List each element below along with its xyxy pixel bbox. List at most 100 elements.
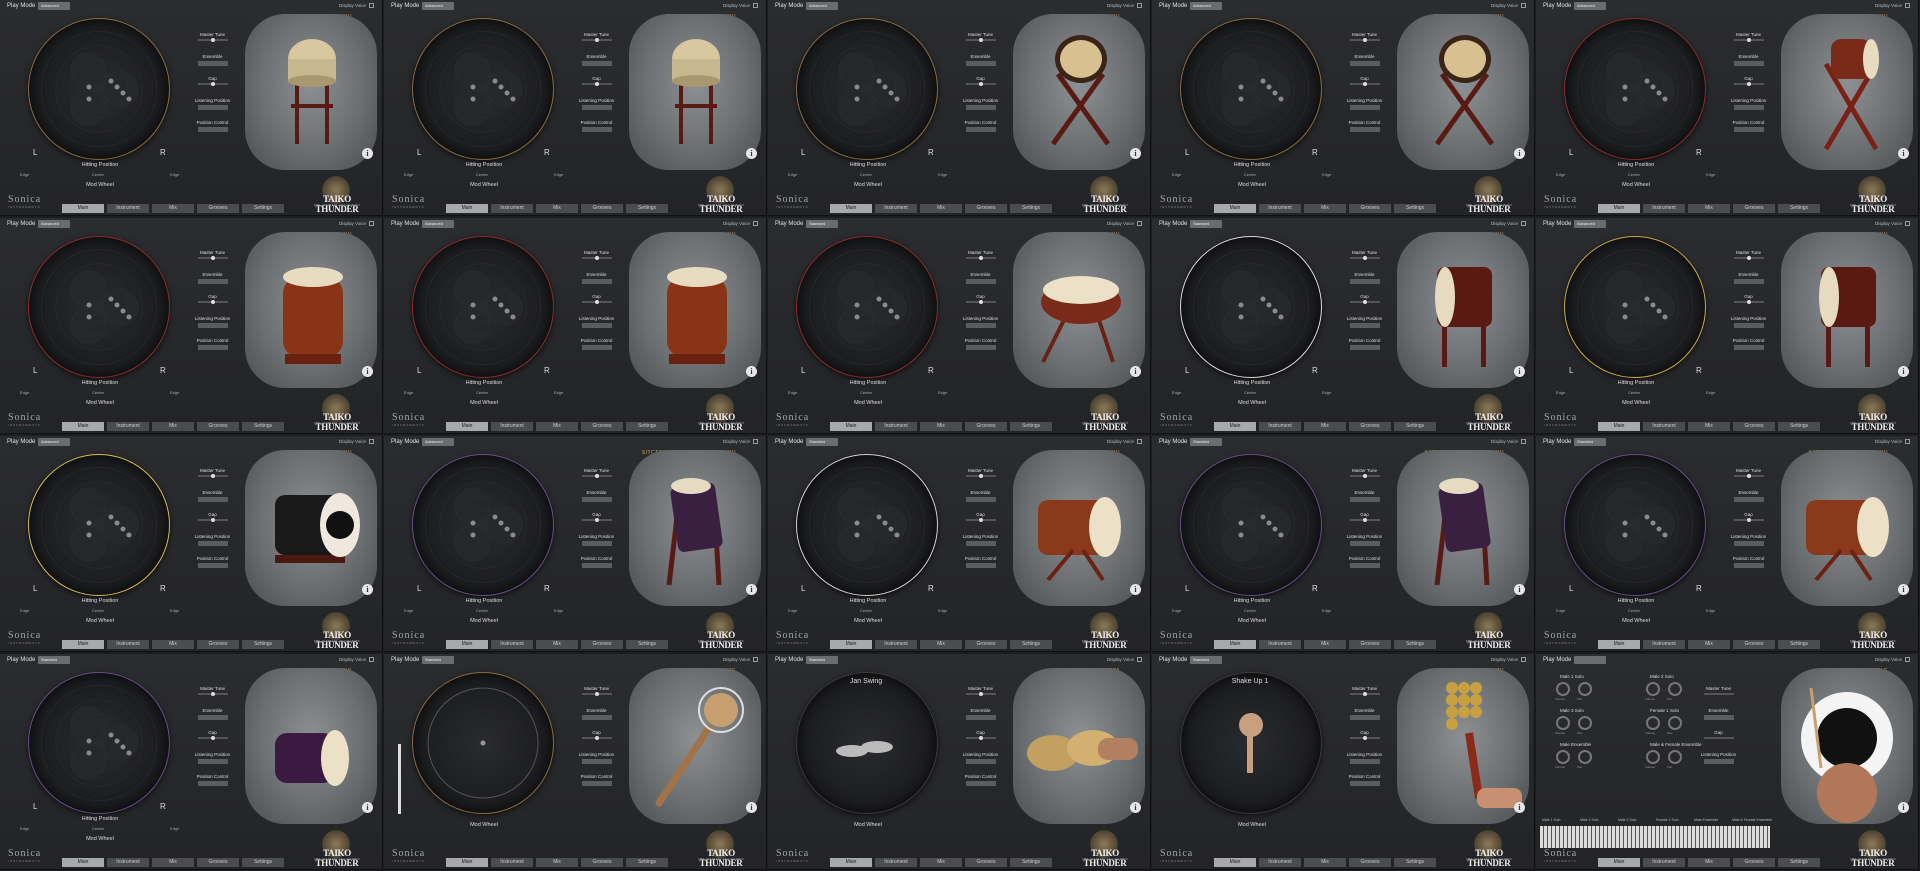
master-tune-slider-thumb[interactable] — [594, 692, 599, 696]
gap-slider-thumb[interactable] — [1746, 518, 1751, 522]
play-mode-select[interactable]: Advanced — [1574, 2, 1606, 10]
tab-settings[interactable]: Settings — [1010, 640, 1052, 649]
gap-slider[interactable] — [1349, 518, 1380, 522]
drum-pad[interactable] — [796, 454, 938, 596]
play-mode-select[interactable]: Advanced — [1190, 2, 1222, 10]
pan-knob[interactable] — [1578, 750, 1592, 764]
drum-pad[interactable] — [1180, 236, 1322, 378]
tab-main[interactable]: Main — [830, 640, 872, 649]
position-control-select[interactable] — [1733, 563, 1764, 568]
listening-position-select[interactable] — [197, 541, 228, 546]
master-tune-slider[interactable] — [197, 256, 228, 260]
position-control-select[interactable] — [1733, 127, 1764, 132]
tab-grooves[interactable]: Grooves — [1733, 858, 1775, 867]
tab-grooves[interactable]: Grooves — [581, 422, 623, 431]
drum-pad[interactable] — [796, 236, 938, 378]
ensemble-select[interactable] — [1349, 715, 1380, 720]
play-mode-select[interactable]: Advanced — [1574, 220, 1606, 228]
listening-position-select[interactable] — [197, 759, 228, 764]
vertical-slider[interactable] — [398, 744, 401, 814]
master-tune-slider-thumb[interactable] — [1362, 256, 1367, 260]
play-mode-select[interactable]: Standard — [806, 438, 838, 446]
play-mode-select[interactable]: Advanced — [422, 220, 454, 228]
tab-instrument[interactable]: Instrument — [491, 204, 533, 213]
drum-pad[interactable] — [1180, 18, 1322, 160]
display-voice-checkbox[interactable] — [369, 221, 374, 226]
info-icon[interactable]: i — [1898, 584, 1909, 595]
gap-slider-thumb[interactable] — [210, 736, 215, 740]
tab-instrument[interactable]: Instrument — [1259, 640, 1301, 649]
tab-main[interactable]: Main — [830, 858, 872, 867]
info-icon[interactable]: i — [362, 366, 373, 377]
tab-grooves[interactable]: Grooves — [581, 640, 623, 649]
tab-main[interactable]: Main — [1214, 204, 1256, 213]
ensemble-select[interactable] — [1733, 61, 1764, 66]
tab-instrument[interactable]: Instrument — [107, 204, 149, 213]
tab-grooves[interactable]: Grooves — [965, 640, 1007, 649]
gap-slider-thumb[interactable] — [210, 518, 215, 522]
master-tune-slider[interactable] — [581, 474, 612, 478]
play-mode-select[interactable]: Advanced — [806, 2, 838, 10]
display-voice-checkbox[interactable] — [1521, 3, 1526, 8]
gap-slider-thumb[interactable] — [1746, 300, 1751, 304]
drum-pad[interactable] — [412, 236, 554, 378]
listening-position-select[interactable] — [1703, 759, 1734, 764]
master-tune-slider-thumb[interactable] — [1746, 256, 1751, 260]
master-tune-slider[interactable] — [197, 38, 228, 42]
listening-position-select[interactable] — [965, 105, 996, 110]
position-control-select[interactable] — [581, 563, 612, 568]
tab-grooves[interactable]: Grooves — [1349, 422, 1391, 431]
tab-grooves[interactable]: Grooves — [965, 422, 1007, 431]
gap-slider[interactable] — [581, 300, 612, 304]
tab-main[interactable]: Main — [446, 640, 488, 649]
ensemble-select[interactable] — [581, 61, 612, 66]
listening-position-select[interactable] — [1349, 759, 1380, 764]
gap-slider[interactable] — [1703, 737, 1734, 739]
pan-knob[interactable] — [1668, 716, 1682, 730]
gap-slider[interactable] — [197, 518, 228, 522]
play-mode-select[interactable]: Advanced — [38, 2, 70, 10]
tab-mix[interactable]: Mix — [152, 858, 194, 867]
info-icon[interactable]: i — [1514, 802, 1525, 813]
gap-slider-thumb[interactable] — [210, 300, 215, 304]
master-tune-slider[interactable] — [1349, 256, 1380, 260]
volume-knob[interactable] — [1646, 716, 1660, 730]
tab-main[interactable]: Main — [1598, 858, 1640, 867]
ensemble-select[interactable] — [965, 715, 996, 720]
tab-main[interactable]: Main — [446, 204, 488, 213]
gap-slider-thumb[interactable] — [978, 518, 983, 522]
tab-mix[interactable]: Mix — [152, 640, 194, 649]
tab-grooves[interactable]: Grooves — [197, 422, 239, 431]
gap-slider[interactable] — [1349, 300, 1380, 304]
gap-slider-thumb[interactable] — [594, 518, 599, 522]
tab-instrument[interactable]: Instrument — [1259, 422, 1301, 431]
master-tune-slider[interactable] — [1733, 256, 1764, 260]
master-tune-slider-thumb[interactable] — [210, 256, 215, 260]
gap-slider[interactable] — [197, 82, 228, 86]
volume-knob[interactable] — [1556, 750, 1570, 764]
ensemble-select[interactable] — [197, 279, 228, 284]
info-icon[interactable]: i — [746, 802, 757, 813]
info-icon[interactable]: i — [1514, 366, 1525, 377]
tab-settings[interactable]: Settings — [626, 204, 668, 213]
info-icon[interactable]: i — [1514, 584, 1525, 595]
ensemble-select[interactable] — [197, 715, 228, 720]
tab-settings[interactable]: Settings — [1010, 422, 1052, 431]
info-icon[interactable]: i — [746, 148, 757, 159]
ensemble-select[interactable] — [1703, 715, 1734, 720]
tab-main[interactable]: Main — [1214, 640, 1256, 649]
tab-grooves[interactable]: Grooves — [1733, 422, 1775, 431]
play-mode-select[interactable]: Standard — [1190, 656, 1222, 664]
tab-instrument[interactable]: Instrument — [1643, 422, 1685, 431]
tab-main[interactable]: Main — [62, 640, 104, 649]
info-icon[interactable]: i — [1130, 148, 1141, 159]
tab-mix[interactable]: Mix — [1688, 858, 1730, 867]
tab-grooves[interactable]: Grooves — [1733, 640, 1775, 649]
tab-instrument[interactable]: Instrument — [1643, 640, 1685, 649]
tab-grooves[interactable]: Grooves — [197, 204, 239, 213]
gap-slider[interactable] — [197, 300, 228, 304]
position-control-select[interactable] — [1349, 345, 1380, 350]
tab-main[interactable]: Main — [830, 422, 872, 431]
tab-main[interactable]: Main — [62, 204, 104, 213]
master-tune-slider-thumb[interactable] — [978, 474, 983, 478]
